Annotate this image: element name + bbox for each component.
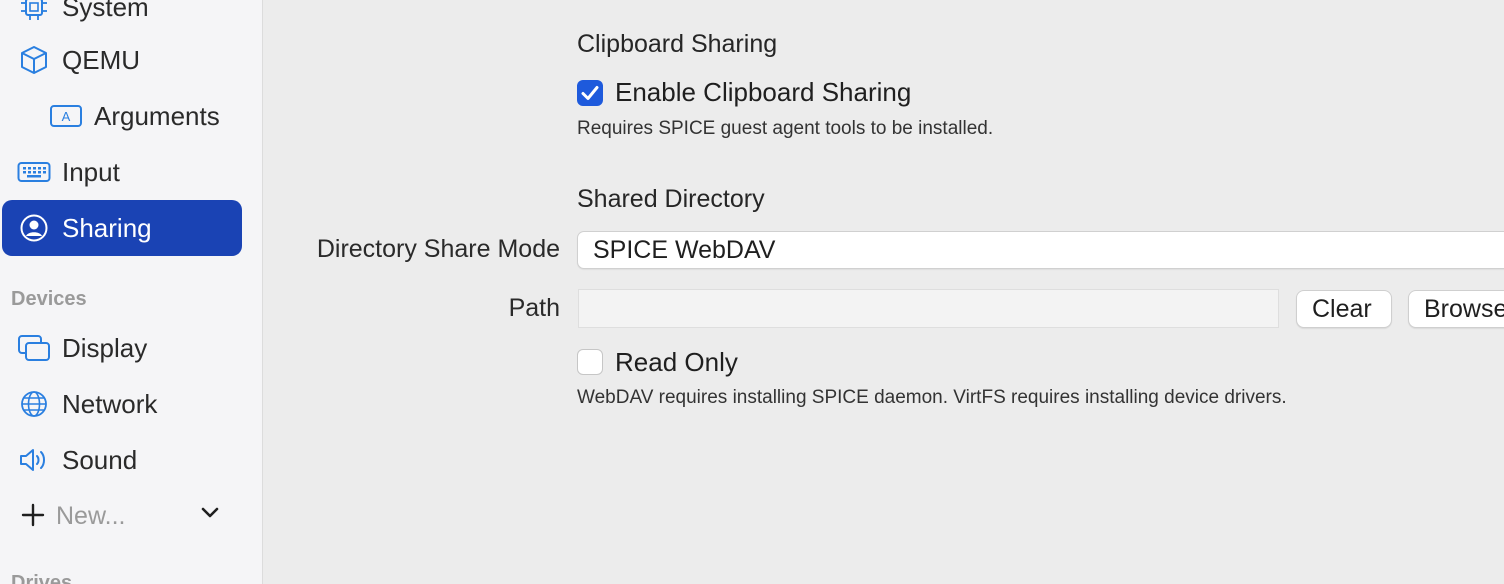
sidebar: System QEMU A Arguments Input Sharing De… bbox=[0, 0, 263, 584]
clear-button[interactable]: Clear bbox=[1296, 290, 1392, 328]
shared-directory-title: Shared Directory bbox=[577, 185, 765, 213]
sidebar-item-qemu[interactable]: QEMU bbox=[2, 32, 242, 88]
sidebar-item-sound[interactable]: Sound bbox=[2, 432, 242, 488]
drives-section-header: Drives bbox=[11, 572, 73, 584]
enable-clipboard-checkbox[interactable] bbox=[577, 80, 603, 106]
speaker-icon bbox=[16, 442, 52, 478]
sidebar-item-label: Arguments bbox=[94, 100, 220, 131]
sidebar-item-display[interactable]: Display bbox=[2, 320, 242, 376]
share-mode-label: Directory Share Mode bbox=[316, 235, 560, 263]
shared-directory-hint: WebDAV requires installing SPICE daemon.… bbox=[577, 387, 1287, 408]
display-icon bbox=[16, 330, 52, 366]
sidebar-item-sharing[interactable]: Sharing bbox=[2, 200, 242, 256]
cube-icon bbox=[16, 42, 52, 78]
sidebar-item-label: Sharing bbox=[62, 212, 152, 243]
text-field-icon: A bbox=[48, 98, 84, 134]
sidebar-item-label: System bbox=[62, 0, 149, 22]
path-label: Path bbox=[508, 294, 560, 322]
sidebar-item-network[interactable]: Network bbox=[2, 376, 242, 432]
new-device-menu[interactable]: New... bbox=[2, 490, 242, 542]
sharing-settings-pane: Clipboard Sharing Enable Clipboard Shari… bbox=[263, 0, 1504, 584]
sidebar-item-label: Network bbox=[62, 388, 158, 419]
sidebar-item-system[interactable]: System bbox=[2, 0, 242, 35]
clipboard-sharing-title: Clipboard Sharing bbox=[577, 30, 778, 58]
clipboard-hint: Requires SPICE guest agent tools to be i… bbox=[577, 118, 994, 139]
sidebar-item-label: Sound bbox=[62, 444, 138, 475]
share-mode-value: SPICE WebDAV bbox=[593, 236, 776, 264]
plus-icon bbox=[20, 502, 46, 533]
chevron-down-icon bbox=[200, 506, 220, 525]
sidebar-item-label: Display bbox=[62, 332, 148, 363]
devices-section-header: Devices bbox=[11, 288, 87, 310]
sidebar-item-label: Input bbox=[62, 156, 120, 187]
keyboard-icon bbox=[16, 154, 52, 190]
path-field[interactable] bbox=[578, 289, 1279, 328]
globe-icon bbox=[16, 386, 52, 422]
read-only-label[interactable]: Read Only bbox=[615, 347, 738, 378]
read-only-checkbox[interactable] bbox=[577, 349, 603, 375]
person-circle-icon bbox=[16, 210, 52, 246]
sidebar-item-input[interactable]: Input bbox=[2, 144, 242, 200]
svg-text:A: A bbox=[62, 109, 71, 124]
cpu-icon bbox=[16, 0, 52, 25]
share-mode-select[interactable]: SPICE WebDAV bbox=[577, 231, 1504, 269]
browse-button[interactable]: Browse... bbox=[1408, 290, 1504, 328]
sidebar-item-label: QEMU bbox=[62, 44, 140, 75]
sidebar-item-arguments[interactable]: A Arguments bbox=[2, 88, 242, 144]
checkmark-icon bbox=[581, 86, 599, 100]
new-device-label: New... bbox=[56, 502, 126, 530]
enable-clipboard-label[interactable]: Enable Clipboard Sharing bbox=[615, 77, 911, 108]
